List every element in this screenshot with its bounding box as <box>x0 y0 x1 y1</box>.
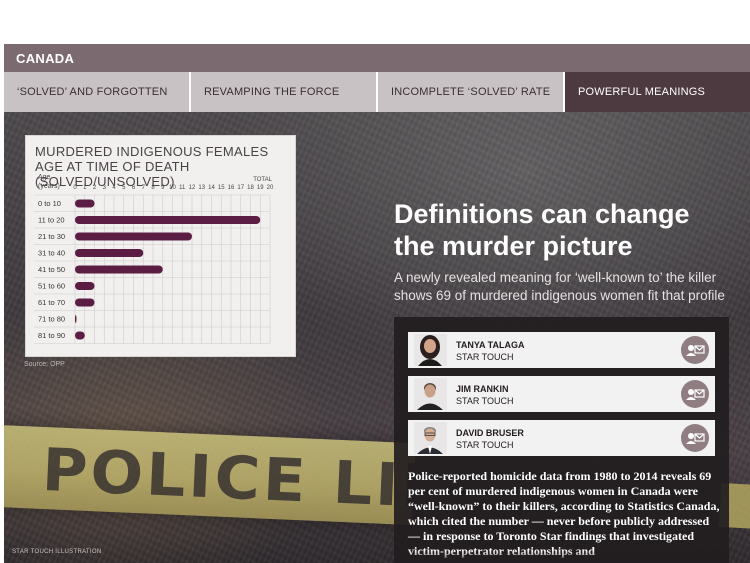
illustration-credit: STAR TOUCH ILLUSTRATION <box>12 549 102 555</box>
bar-0-to-10 <box>75 199 95 208</box>
author-role: STAR TOUCH <box>456 440 514 450</box>
story-tabs: ‘SOLVED’ AND FORGOTTEN REVAMPING THE FOR… <box>4 72 750 112</box>
bar-61-to-70 <box>75 298 95 307</box>
contact-button[interactable] <box>681 424 709 452</box>
bar-31-to-40 <box>75 249 144 257</box>
author-name: TANYA TALAGA <box>456 340 525 350</box>
bar-81-to-90 <box>75 331 85 340</box>
avatar-photo-icon <box>418 335 442 366</box>
category-label: 11 to 20 <box>38 216 65 225</box>
bar-21-to-30 <box>75 232 192 241</box>
contact-card-icon <box>686 389 705 400</box>
bar-51-to-60 <box>75 282 95 290</box>
bar-11-to-20 <box>75 216 261 224</box>
category-label: 51 to 60 <box>38 282 65 291</box>
avatar <box>414 334 447 366</box>
dek: A newly revealed meaning for ‘well-known… <box>394 270 725 303</box>
section-bar: CANADA <box>4 44 750 72</box>
author-name: JIM RANKIN <box>456 384 509 394</box>
category-label: 71 to 80 <box>38 315 65 324</box>
author-name: DAVID BRUSER <box>456 428 524 438</box>
article-body: Police-reported homicide data from 1980 … <box>408 469 720 558</box>
body-fade <box>394 550 729 563</box>
age-chart-card: Age (years) TOTAL 0 1 2 3 4 5 6 7 8 9 10 11 12 13 14 15 16 1… <box>25 135 296 357</box>
category-label: 41 to 50 <box>38 265 65 274</box>
author-role: STAR TOUCH <box>456 396 514 406</box>
category-label: 21 to 30 <box>38 232 65 241</box>
contact-button[interactable] <box>681 380 709 408</box>
bar-71-to-80 <box>75 315 77 323</box>
category-label: 31 to 40 <box>38 249 65 258</box>
tab-solved-and-forgotten[interactable]: ‘SOLVED’ AND FORGOTTEN <box>4 72 191 112</box>
chart-title: MURDERED INDIGENOUS FEMALES AGE AT TIME … <box>35 144 269 189</box>
tab-powerful-meanings[interactable]: POWERFUL MEANINGS <box>565 72 750 112</box>
section-label: CANADA <box>16 51 75 66</box>
category-label: 81 to 90 <box>38 331 65 340</box>
contact-card-icon <box>686 345 705 356</box>
bar-41-to-50 <box>75 265 163 274</box>
avatar <box>414 378 447 410</box>
hero-illustration: POLICE LINE Age (years) TOTAL 0 1 2 3 4 5 6 7 8 9 10 1… <box>4 112 750 563</box>
contact-button[interactable] <box>681 336 709 364</box>
chart-source: Source: OPP <box>24 361 65 368</box>
category-label: 0 to 10 <box>38 199 61 208</box>
tab-incomplete-solved-rate[interactable]: INCOMPLETE ‘SOLVED’ RATE <box>378 72 565 112</box>
category-label: 61 to 70 <box>38 298 65 307</box>
author-card-jim-rankin[interactable]: JIM RANKIN STAR TOUCH <box>408 376 715 412</box>
avatar-photo-icon <box>417 427 443 454</box>
headline: Definitions can change the murder pictur… <box>394 199 690 261</box>
author-card-david-bruser[interactable]: DAVID BRUSER STAR TOUCH <box>408 420 715 456</box>
avatar <box>414 422 447 454</box>
avatar-photo-icon <box>417 383 443 410</box>
author-role: STAR TOUCH <box>456 352 514 362</box>
tab-revamping-the-force[interactable]: REVAMPING THE FORCE <box>191 72 378 112</box>
author-card-tanya-talaga[interactable]: TANYA TALAGA STAR TOUCH <box>408 332 715 368</box>
contact-card-icon <box>686 433 705 444</box>
